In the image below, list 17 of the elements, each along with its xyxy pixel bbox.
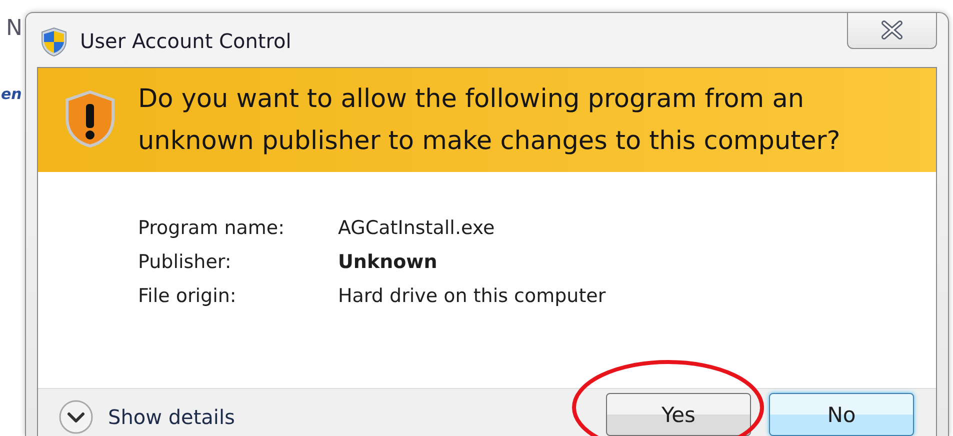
detail-label: Program name: [138,216,286,241]
detail-label: Publisher: [138,250,232,275]
detail-value: Unknown [338,250,438,275]
window-title: User Account Control [80,29,292,53]
link-fragment[interactable]: en [1,85,25,103]
dialog-button[interactable]: Yes [606,393,751,436]
detail-label: File origin: [138,284,238,309]
show-details-toggle[interactable]: Show details [58,398,235,434]
close-button[interactable] [847,13,937,49]
shield-icon [40,27,68,57]
detail-value: Hard drive on this computer [338,284,607,309]
prompt-heading: Do you want to allow the following program from an unknown publisher to make changes to this computer? [138,83,842,158]
dialog-button[interactable]: No [769,393,914,436]
text-fragment: N [6,16,24,41]
detail-value: AGCatInstall.exe [338,216,496,241]
close-icon [879,20,905,40]
warning-shield-icon [64,90,116,148]
